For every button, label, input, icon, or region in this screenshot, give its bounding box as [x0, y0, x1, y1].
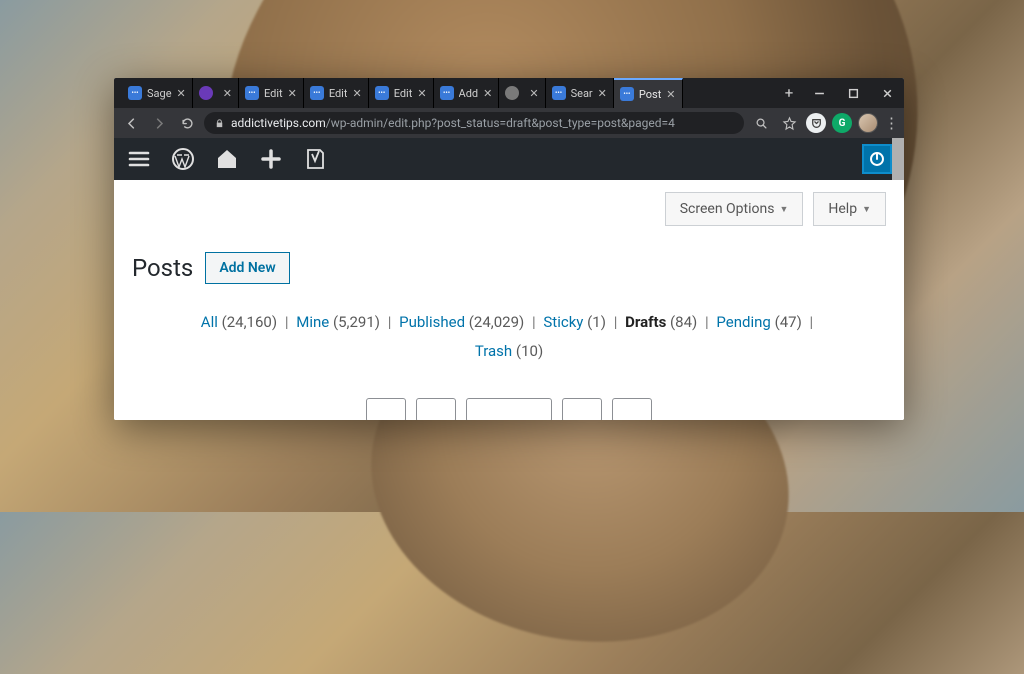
add-new-icon[interactable]: [258, 146, 284, 172]
pagination-next[interactable]: [562, 398, 602, 420]
browser-tab[interactable]: ••• Sage ✕: [122, 78, 193, 108]
filter-mine[interactable]: Mine: [296, 313, 329, 331]
favicon-icon: [199, 86, 213, 100]
url-box[interactable]: addictivetips.com/wp-admin/edit.php?post…: [204, 112, 744, 134]
filter-published-count: (24,029): [469, 313, 524, 331]
browser-menu-button[interactable]: ⋮: [884, 114, 898, 132]
filter-sticky[interactable]: Sticky: [543, 313, 583, 331]
add-new-button[interactable]: Add New: [205, 252, 289, 284]
tab-label: Sear: [571, 87, 593, 100]
close-tab-icon[interactable]: ✕: [666, 88, 675, 101]
yoast-icon[interactable]: [302, 146, 328, 172]
window-controls: [802, 78, 904, 108]
pagination-controls: [366, 398, 652, 420]
profile-avatar[interactable]: [858, 113, 878, 133]
favicon-icon: [505, 86, 519, 100]
tab-label: Edit: [329, 87, 348, 100]
browser-tab[interactable]: ••• Edit ✕: [239, 78, 304, 108]
favicon-icon: •••: [245, 86, 259, 100]
close-tab-icon[interactable]: ✕: [288, 87, 297, 100]
back-button[interactable]: [120, 112, 142, 134]
tab-label: Edit: [264, 87, 283, 100]
new-tab-button[interactable]: +: [776, 78, 802, 108]
titlebar: ••• Sage ✕ ✕ ••• Edit ✕ ••• Edit ✕ ••• Edit ✕ ••• Add ✕…: [114, 78, 904, 108]
wp-admin-bar: [114, 138, 904, 180]
filter-pending-count: (47): [775, 313, 802, 331]
favicon-icon: •••: [375, 86, 389, 100]
close-window-button[interactable]: [870, 78, 904, 108]
browser-window: ••• Sage ✕ ✕ ••• Edit ✕ ••• Edit ✕ ••• Edit ✕ ••• Add ✕…: [114, 78, 904, 420]
close-tab-icon[interactable]: ✕: [223, 87, 232, 100]
filter-sticky-count: (1): [587, 313, 606, 331]
wordpress-logo-icon[interactable]: [170, 146, 196, 172]
pagination-current[interactable]: [466, 398, 552, 420]
close-tab-icon[interactable]: ✕: [529, 87, 538, 100]
close-tab-icon[interactable]: ✕: [352, 87, 361, 100]
filter-published[interactable]: Published: [399, 313, 465, 331]
post-status-filters: All (24,160) | Mine (5,291) | Published …: [132, 308, 886, 365]
browser-tab[interactable]: ••• Edit ✕: [304, 78, 369, 108]
filter-pending[interactable]: Pending: [716, 313, 770, 331]
browser-tab[interactable]: ••• Post ✕: [614, 78, 683, 108]
minimize-button[interactable]: [802, 78, 836, 108]
close-tab-icon[interactable]: ✕: [483, 87, 492, 100]
close-tab-icon[interactable]: ✕: [417, 87, 426, 100]
favicon-icon: •••: [440, 86, 454, 100]
filter-trash-count: (10): [516, 342, 543, 360]
chevron-down-icon: ▼: [862, 204, 871, 215]
filter-mine-count: (5,291): [333, 313, 380, 331]
browser-tab[interactable]: ✕: [193, 78, 239, 108]
help-button[interactable]: Help ▼: [813, 192, 886, 226]
url-text: addictivetips.com/wp-admin/edit.php?post…: [231, 116, 675, 130]
favicon-icon: •••: [310, 86, 324, 100]
hamburger-menu-icon[interactable]: [126, 146, 152, 172]
pagination-prev[interactable]: [416, 398, 456, 420]
filter-all[interactable]: All: [201, 313, 218, 331]
favicon-icon: •••: [620, 87, 634, 101]
tab-label: Post: [639, 88, 661, 101]
forward-button[interactable]: [148, 112, 170, 134]
filter-drafts[interactable]: Drafts: [625, 313, 666, 331]
address-bar: addictivetips.com/wp-admin/edit.php?post…: [114, 108, 904, 138]
browser-tab[interactable]: ••• Add ✕: [434, 78, 500, 108]
close-tab-icon[interactable]: ✕: [598, 87, 607, 100]
search-icon[interactable]: [750, 112, 772, 134]
filter-all-count: (24,160): [222, 313, 277, 331]
filter-drafts-count: (84): [670, 313, 697, 331]
extension-grammarly-icon[interactable]: G: [832, 113, 852, 133]
page-title: Posts: [132, 254, 193, 282]
tab-label: Add: [459, 87, 479, 100]
favicon-icon: •••: [552, 86, 566, 100]
home-icon[interactable]: [214, 146, 240, 172]
star-icon[interactable]: [778, 112, 800, 134]
tab-strip: ••• Sage ✕ ✕ ••• Edit ✕ ••• Edit ✕ ••• Edit ✕ ••• Add ✕…: [114, 78, 776, 108]
tab-label: Edit: [394, 87, 413, 100]
lock-icon: [214, 114, 225, 133]
pagination-first[interactable]: [366, 398, 406, 420]
screen-options-button[interactable]: Screen Options ▼: [665, 192, 804, 226]
browser-tab[interactable]: ••• Edit ✕: [369, 78, 434, 108]
browser-tab[interactable]: ••• Sear ✕: [546, 78, 614, 108]
tab-label: Sage: [147, 87, 172, 100]
maximize-button[interactable]: [836, 78, 870, 108]
close-tab-icon[interactable]: ✕: [177, 87, 186, 100]
extension-pocket-icon[interactable]: [806, 113, 826, 133]
help-label: Help: [828, 201, 857, 217]
screen-options-label: Screen Options: [680, 201, 775, 217]
filter-trash[interactable]: Trash: [475, 342, 512, 360]
power-button[interactable]: [862, 144, 892, 174]
browser-tab[interactable]: ✕: [499, 78, 545, 108]
page-content: Screen Options ▼ Help ▼ Posts Add New Al…: [114, 180, 904, 420]
pagination-last[interactable]: [612, 398, 652, 420]
chevron-down-icon: ▼: [779, 204, 788, 215]
reload-button[interactable]: [176, 112, 198, 134]
favicon-icon: •••: [128, 86, 142, 100]
